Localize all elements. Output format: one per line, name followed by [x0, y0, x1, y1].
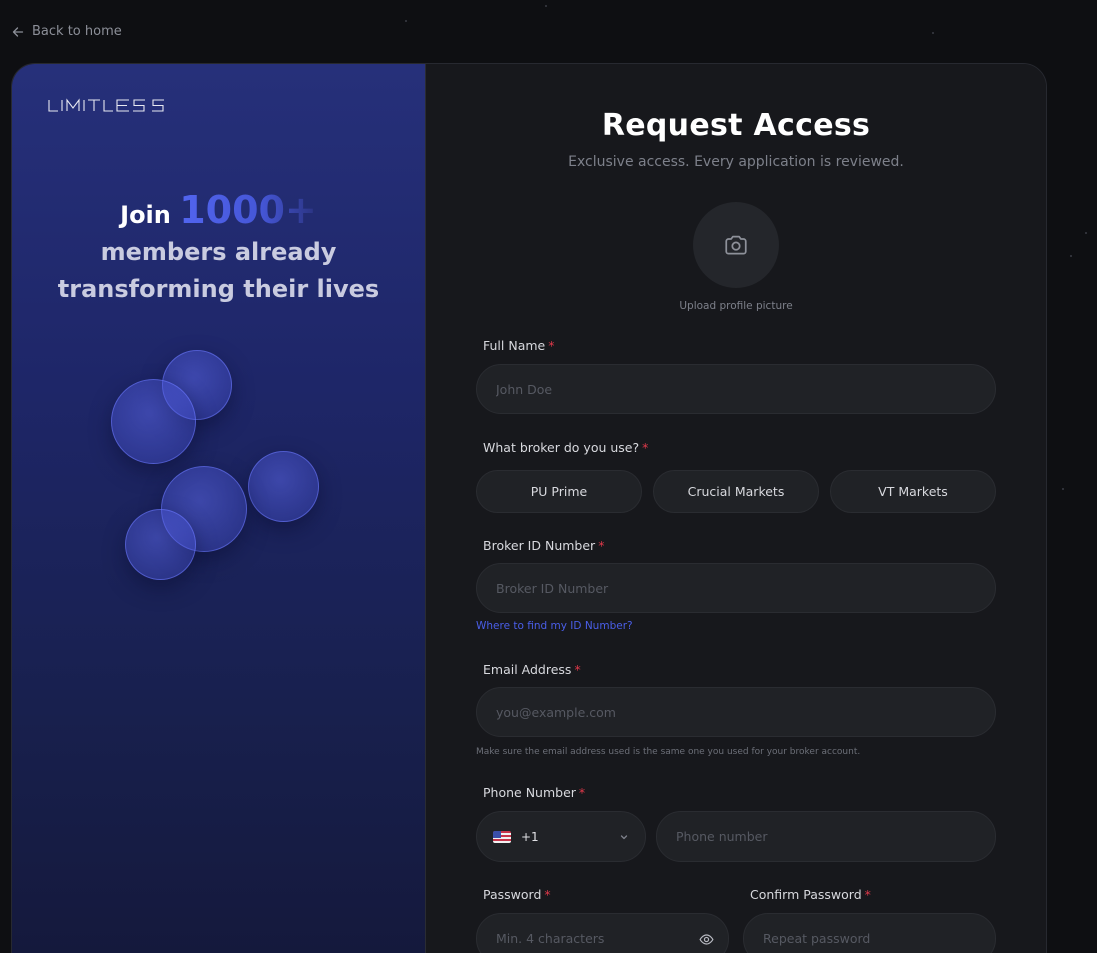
full-name-field[interactable]	[476, 364, 996, 414]
back-to-home-link[interactable]: Back to home	[12, 24, 122, 39]
camera-icon	[725, 235, 747, 255]
decorative-bubble	[125, 509, 196, 580]
hero-line-2: members already	[100, 238, 337, 266]
full-name-input[interactable]	[496, 381, 976, 397]
confirm-password-field[interactable]	[743, 913, 996, 953]
password-input[interactable]	[496, 931, 688, 946]
hero-line-1: Join 1000+	[12, 191, 425, 234]
decorative-bubble	[248, 451, 319, 522]
password-field[interactable]	[476, 913, 729, 953]
broker-id-field[interactable]	[476, 563, 996, 613]
hero-text: Join 1000+ members already transforming …	[12, 191, 425, 308]
chevron-down-icon	[620, 835, 628, 840]
broker-label: What broker do you use? *	[483, 440, 649, 455]
form-subtitle: Exclusive access. Every application is r…	[568, 154, 904, 170]
email-label: Email Address *	[483, 662, 581, 677]
find-id-number-link[interactable]: Where to find my ID Number?	[476, 620, 633, 632]
arrow-left-icon	[12, 26, 24, 37]
promo-panel: Join 1000+ members already transforming …	[12, 64, 426, 953]
phone-number-field[interactable]	[656, 811, 996, 862]
password-label: Password *	[483, 887, 551, 902]
hero-member-count: 1000+	[179, 188, 317, 232]
upload-profile-picture-label: Upload profile picture	[679, 300, 793, 312]
eye-icon[interactable]	[699, 932, 714, 947]
brand-logo	[48, 98, 166, 114]
back-to-home-label: Back to home	[32, 24, 122, 39]
broker-option-vt-markets[interactable]: VT Markets	[830, 470, 996, 513]
email-hint: Make sure the email address used is the …	[476, 747, 861, 757]
phone-label: Phone Number *	[483, 785, 586, 800]
broker-option-crucial-markets[interactable]: Crucial Markets	[653, 470, 819, 513]
full-name-label: Full Name *	[483, 338, 555, 353]
form-title: Request Access	[601, 108, 871, 143]
confirm-password-input[interactable]	[763, 931, 976, 946]
broker-option-pu-prime[interactable]: PU Prime	[476, 470, 642, 513]
request-access-form: Request Access Exclusive access. Every a…	[426, 64, 1046, 953]
phone-number-input[interactable]	[676, 829, 976, 844]
hero-join: Join	[120, 201, 171, 229]
signup-card: Join 1000+ members already transforming …	[11, 63, 1047, 953]
country-dial-code: +1	[521, 829, 539, 844]
upload-profile-picture-button[interactable]	[693, 202, 779, 288]
us-flag-icon	[493, 830, 511, 843]
decorative-bubble	[111, 379, 196, 464]
hero-line-3: transforming their lives	[57, 275, 380, 303]
confirm-password-label: Confirm Password *	[750, 887, 871, 902]
broker-id-input[interactable]	[496, 580, 976, 596]
email-field[interactable]	[476, 687, 996, 737]
country-code-select[interactable]: +1	[476, 811, 646, 862]
email-input[interactable]	[496, 704, 976, 720]
broker-id-label: Broker ID Number *	[483, 538, 605, 553]
